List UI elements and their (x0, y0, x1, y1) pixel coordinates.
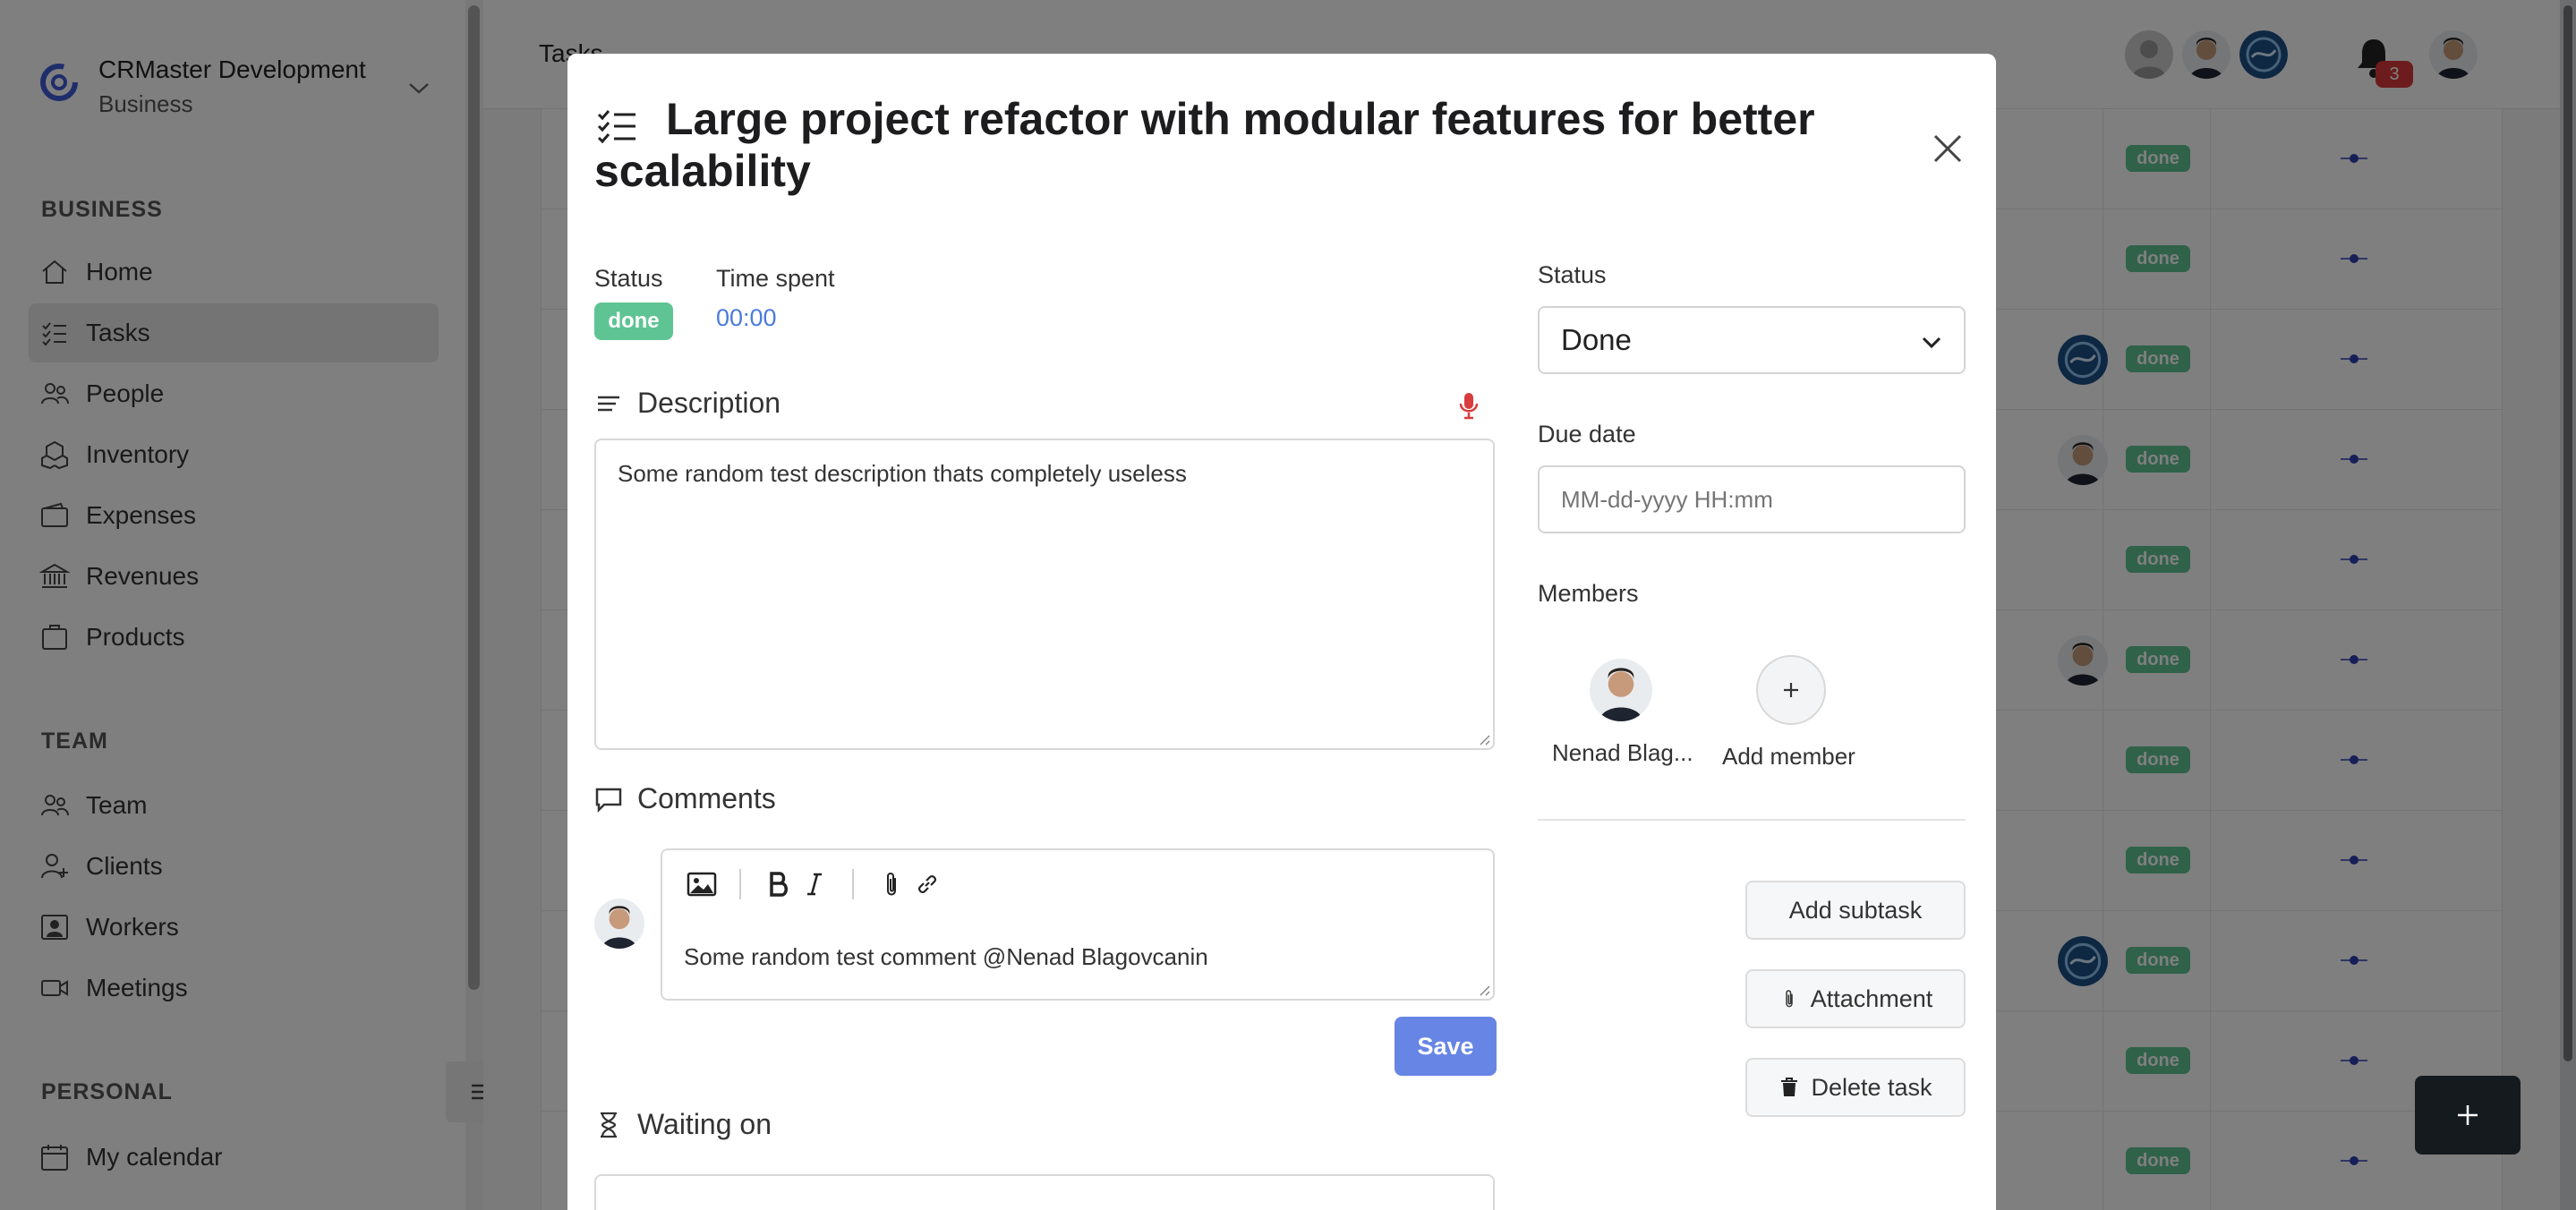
insert-link-button[interactable] (909, 866, 945, 902)
resize-handle-icon[interactable] (1477, 732, 1491, 746)
divider (1538, 819, 1966, 821)
trash-icon (1781, 1078, 1798, 1096)
resize-handle-icon[interactable] (1477, 983, 1491, 997)
member-name: Nenad Blag... (1552, 739, 1693, 766)
due-date-input[interactable] (1538, 465, 1966, 533)
description-textarea[interactable]: Some random test description thats compl… (594, 439, 1495, 750)
bold-button[interactable] (761, 866, 797, 902)
comment-editor[interactable]: Some random test comment @Nenad Blagovca… (661, 848, 1495, 1001)
time-spent-value[interactable]: 00:00 (716, 304, 777, 332)
text-align-icon (598, 396, 619, 411)
status-label: Status (594, 265, 663, 292)
paperclip-icon (1785, 990, 1793, 1008)
member-avatar[interactable] (1590, 659, 1652, 721)
add-subtask-button[interactable]: Add subtask (1745, 881, 1966, 940)
toolbar-divider (739, 869, 741, 899)
add-member-label: Add member (1722, 743, 1855, 770)
status-badge: done (594, 302, 673, 340)
image-icon (687, 872, 717, 897)
attach-file-button[interactable] (874, 866, 909, 902)
attachment-button[interactable]: Attachment (1745, 969, 1966, 1028)
paperclip-icon (887, 873, 896, 896)
plus-icon (2458, 1105, 2478, 1125)
close-icon[interactable] (1928, 129, 1967, 168)
italic-button[interactable] (797, 866, 832, 902)
waiting-on-label: Waiting on (637, 1108, 772, 1140)
task-detail-modal: Large project refactor with modular feat… (567, 54, 1996, 1210)
user-photo-icon (1590, 659, 1652, 721)
comments-label: Comments (637, 782, 776, 814)
status-select-label: Status (1538, 261, 1607, 288)
editor-toolbar (684, 866, 945, 902)
delete-task-button[interactable]: Delete task (1745, 1058, 1966, 1117)
comments-header: Comments (594, 782, 776, 815)
avatar (594, 899, 644, 949)
add-task-fab[interactable] (2415, 1076, 2521, 1155)
members-label: Members (1538, 580, 1639, 607)
task-title[interactable]: Large project refactor with modular feat… (594, 93, 1847, 197)
comment-text: Some random test comment @Nenad Blagovca… (684, 943, 1208, 970)
bold-icon (770, 872, 788, 897)
add-member-button[interactable] (1756, 655, 1826, 725)
description-text: Some random test description thats compl… (618, 460, 1187, 487)
save-comment-button[interactable]: Save (1395, 1017, 1497, 1076)
delete-task-label: Delete task (1811, 1073, 1932, 1101)
italic-icon (807, 873, 822, 896)
chevron-down-icon (1922, 337, 1941, 349)
status-select-value: Done (1561, 323, 1632, 356)
microphone-icon[interactable] (1455, 390, 1482, 421)
user-photo-icon (594, 899, 644, 949)
add-subtask-label: Add subtask (1788, 896, 1923, 924)
attachment-label: Attachment (1810, 984, 1933, 1012)
toolbar-divider (852, 869, 854, 899)
due-date-label: Due date (1538, 421, 1636, 447)
insert-image-button[interactable] (684, 866, 720, 902)
comment-icon (595, 788, 622, 813)
status-select[interactable]: Done (1538, 306, 1966, 374)
waiting-on-header: Waiting on (594, 1108, 772, 1141)
link-icon (918, 875, 936, 893)
description-header: Description (594, 387, 780, 420)
page-scrollbar-thumb[interactable] (2563, 5, 2572, 1061)
plus-icon (1784, 683, 1798, 697)
hourglass-icon (601, 1112, 617, 1138)
time-spent-label: Time spent (716, 265, 835, 292)
description-label: Description (637, 387, 781, 419)
waiting-on-field[interactable] (594, 1174, 1495, 1210)
